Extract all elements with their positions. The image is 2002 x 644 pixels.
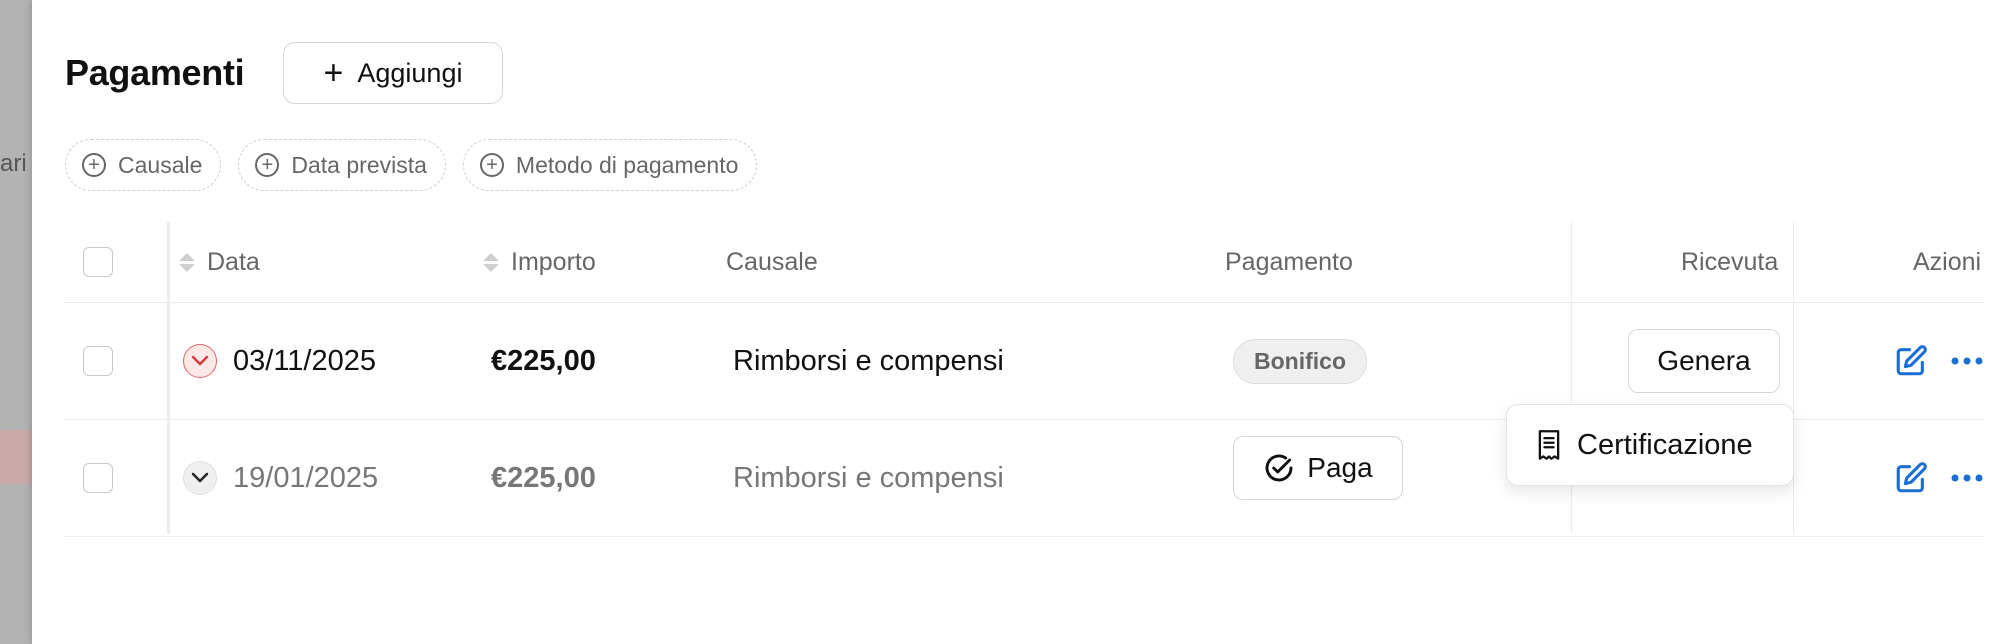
generate-receipt-button[interactable]: Genera — [1628, 329, 1780, 393]
add-circle-icon: + — [479, 153, 504, 177]
receipt-menu[interactable]: Certificazione — [1506, 404, 1794, 486]
filter-metodo-pagamento[interactable]: + Metodo di pagamento — [462, 139, 758, 191]
chevron-down-icon — [191, 355, 209, 366]
add-button[interactable]: + Aggiungi — [283, 42, 503, 104]
column-label: Ricevuta — [1681, 247, 1779, 276]
column-header-azioni: Azioni — [1913, 222, 1981, 302]
column-header-ricevuta: Ricevuta — [1681, 222, 1778, 302]
causale-cell: Rimborsi e compensi — [733, 303, 1004, 419]
filter-label: Causale — [118, 151, 203, 178]
payment-causale: Rimborsi e compensi — [733, 461, 1004, 494]
payment-date: 19/01/2025 — [233, 461, 379, 494]
background-highlight — [0, 430, 32, 484]
payment-cell: Bonifico — [1233, 303, 1367, 419]
column-label: Pagamento — [1225, 247, 1353, 276]
filter-label: Data prevista — [291, 151, 427, 178]
actions-cell — [1894, 303, 1984, 419]
expand-toggle[interactable] — [183, 461, 217, 495]
generate-receipt-label: Genera — [1657, 345, 1751, 376]
payment-amount: €225,00 — [491, 344, 596, 377]
page-title: Pagamenti — [65, 52, 245, 93]
more-options-icon[interactable] — [1950, 356, 1984, 366]
column-header-pagamento: Pagamento — [1225, 222, 1353, 302]
add-button-label: Aggiungi — [357, 57, 463, 88]
column-label: Data — [207, 247, 260, 276]
pay-button-label: Paga — [1307, 452, 1373, 483]
sort-icon — [483, 252, 499, 272]
causale-cell: Rimborsi e compensi — [733, 420, 1004, 536]
add-circle-icon: + — [82, 153, 106, 177]
filter-bar: + Causale + Data prevista + Metodo di pa… — [65, 139, 758, 191]
column-label: Importo — [511, 247, 596, 276]
receipt-icon — [1538, 430, 1560, 460]
menu-item-certificazione[interactable]: Certificazione — [1577, 429, 1753, 462]
payments-table: Data Importo Causale Pagamento Ricevuta … — [65, 222, 1985, 537]
add-circle-icon: + — [255, 153, 280, 177]
check-circle-icon — [1265, 454, 1293, 482]
payment-method-badge: Bonifico — [1233, 338, 1367, 384]
expand-toggle[interactable] — [183, 344, 217, 378]
pay-button[interactable]: Paga — [1233, 436, 1403, 500]
amount-cell: €225,00 — [491, 303, 596, 419]
table-header: Data Importo Causale Pagamento Ricevuta … — [65, 222, 1985, 303]
plus-icon: + — [323, 54, 344, 92]
edit-icon[interactable] — [1894, 344, 1928, 378]
sort-icon — [179, 252, 195, 272]
row-checkbox[interactable] — [83, 463, 113, 493]
column-header-importo[interactable]: Importo — [483, 222, 596, 302]
select-all-cell — [83, 222, 113, 302]
chevron-down-icon — [191, 472, 209, 483]
payment-amount: €225,00 — [491, 461, 596, 494]
date-cell: 19/01/2025 — [183, 420, 378, 536]
column-header-causale: Causale — [726, 222, 818, 302]
table-row: 03/11/2025 €225,00 Rimborsi e compensi B… — [65, 303, 1985, 420]
column-label: Causale — [726, 247, 818, 276]
edit-icon[interactable] — [1894, 461, 1928, 495]
payment-date: 03/11/2025 — [233, 344, 376, 377]
row-checkbox[interactable] — [83, 346, 113, 376]
amount-cell: €225,00 — [491, 420, 596, 536]
column-header-data[interactable]: Data — [179, 222, 260, 302]
actions-cell — [1894, 420, 1984, 536]
select-all-checkbox[interactable] — [83, 247, 113, 277]
payment-causale: Rimborsi e compensi — [733, 344, 1004, 377]
row-select-cell — [83, 420, 113, 536]
column-label: Azioni — [1913, 247, 1982, 276]
date-cell: 03/11/2025 — [183, 303, 376, 419]
filter-label: Metodo di pagamento — [515, 151, 739, 178]
more-options-icon[interactable] — [1950, 473, 1984, 483]
dimmed-background: ari — [0, 0, 32, 644]
filter-causale[interactable]: + Causale — [65, 139, 222, 191]
payments-panel: Pagamenti + Aggiungi + Causale + Data pr… — [32, 0, 2002, 644]
background-partial-text: ari — [0, 150, 27, 177]
receipt-cell: Genera — [1628, 303, 1780, 419]
payment-cell: Paga — [1233, 410, 1403, 526]
filter-data-prevista[interactable]: + Data prevista — [238, 139, 446, 191]
row-select-cell — [83, 303, 113, 419]
